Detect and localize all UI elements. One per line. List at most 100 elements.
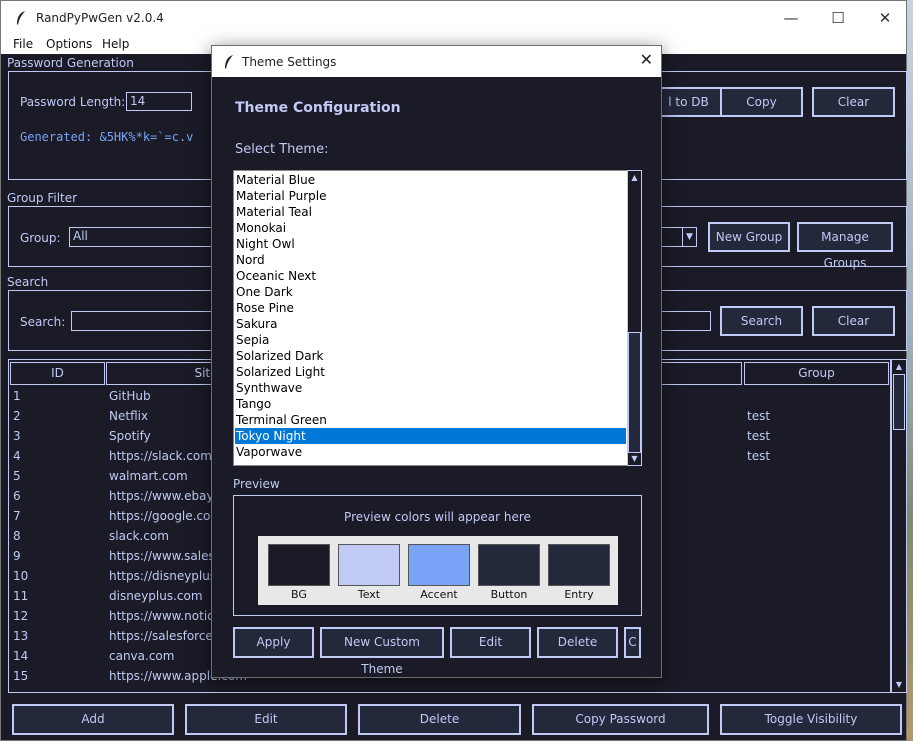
group-filter-title: Group Filter	[7, 191, 78, 205]
table-scrollbar[interactable]: ▲ ▼	[891, 359, 907, 693]
edit-label: Edit	[254, 712, 278, 726]
theme-list-item[interactable]: Synthwave	[235, 380, 626, 396]
theme-list-item[interactable]: Monokai	[235, 220, 626, 236]
cell-group: test	[747, 449, 771, 463]
menu-help[interactable]: Help	[102, 37, 129, 51]
delete-label: Delete	[419, 712, 460, 726]
theme-list-item[interactable]: Rose Pine	[235, 300, 626, 316]
add-button[interactable]: Add	[12, 704, 174, 735]
scroll-thumb[interactable]	[628, 332, 641, 453]
search-button[interactable]: Search	[720, 306, 803, 336]
feather-icon	[17, 11, 25, 25]
cell-id: 4	[13, 449, 21, 463]
copy-button[interactable]: Copy	[720, 87, 803, 117]
select-theme-label: Select Theme:	[235, 142, 329, 157]
generated-value: &5HK%*k=`=c.v	[99, 130, 194, 144]
column-header-group[interactable]: Group	[744, 362, 889, 385]
theme-list-scrollbar[interactable]: ▲ ▼	[627, 170, 642, 466]
scroll-down-arrow-icon[interactable]: ▼	[628, 452, 641, 465]
cell-site: disneyplus.com	[109, 589, 203, 603]
password-length-label: Password Length:	[20, 95, 126, 109]
theme-list-item[interactable]: Terminal Green	[235, 412, 626, 428]
chevron-down-icon[interactable]: ▼	[682, 228, 696, 246]
delete-theme-label: Delete	[557, 635, 598, 649]
theme-list-item[interactable]: Solarized Dark	[235, 348, 626, 364]
scroll-thumb[interactable]	[893, 374, 905, 430]
apply-button[interactable]: Apply	[233, 627, 314, 658]
password-length-input[interactable]: 14	[126, 92, 192, 111]
cell-group: test	[747, 429, 771, 443]
scroll-down-arrow-icon[interactable]: ▼	[893, 679, 905, 691]
dialog-title-bar[interactable]: Theme Settings ✕	[212, 46, 661, 77]
delete-theme-button[interactable]: Delete	[537, 627, 618, 658]
copy-password-button[interactable]: Copy Password	[532, 704, 709, 735]
clear-search-button[interactable]: Clear	[812, 306, 895, 336]
cell-id: 14	[13, 649, 29, 663]
cell-site: GitHub	[109, 389, 151, 403]
cell-id: 2	[13, 409, 21, 423]
edit-button[interactable]: Edit	[185, 704, 347, 735]
swatch-container: BG Text Accent Button Entry	[258, 536, 618, 605]
color-swatch	[478, 544, 540, 586]
new-group-button[interactable]: New Group	[708, 222, 790, 252]
dialog-close-icon[interactable]: ✕	[640, 50, 653, 69]
theme-list-item[interactable]: Oceanic Next	[235, 268, 626, 284]
theme-list-item[interactable]: Nord	[235, 252, 626, 268]
new-custom-theme-button[interactable]: New Custom Theme	[320, 627, 444, 676]
menu-file[interactable]: File	[13, 37, 33, 51]
feather-icon	[225, 55, 233, 69]
theme-list-item[interactable]: Sepia	[235, 332, 626, 348]
scroll-up-arrow-icon[interactable]: ▲	[628, 171, 641, 184]
theme-list-item[interactable]: Night Owl	[235, 236, 626, 252]
theme-list-item[interactable]: Tango	[235, 396, 626, 412]
maximize-button[interactable]: ☐	[815, 1, 861, 36]
delete-button[interactable]: Delete	[358, 704, 521, 735]
cell-id: 15	[13, 669, 29, 683]
minimize-button[interactable]: —	[768, 1, 814, 36]
cell-id: 6	[13, 489, 21, 503]
theme-list-item[interactable]: Material Purple	[235, 188, 626, 204]
cell-site: walmart.com	[109, 469, 188, 483]
theme-listbox[interactable]: Material Blue Material Purple Material Tea…	[233, 170, 628, 466]
cell-group: test	[747, 409, 771, 423]
cell-id: 13	[13, 629, 29, 643]
color-swatch	[548, 544, 610, 586]
toggle-visibility-label: Toggle Visibility	[764, 712, 858, 726]
cell-site: https://google.com	[109, 509, 223, 523]
close-theme-button[interactable]: C	[624, 627, 641, 658]
close-button[interactable]: ✕	[862, 1, 908, 36]
toggle-visibility-button[interactable]: Toggle Visibility	[720, 704, 902, 735]
theme-list-item[interactable]: Sakura	[235, 316, 626, 332]
theme-list-item[interactable]: Material Teal	[235, 204, 626, 220]
cell-id: 8	[13, 529, 21, 543]
scroll-up-arrow-icon[interactable]: ▲	[893, 361, 905, 373]
cell-id: 7	[13, 509, 21, 523]
menu-options[interactable]: Options	[46, 37, 92, 51]
cell-id: 3	[13, 429, 21, 443]
preview-frame: Preview colors will appear here BG Text Ac…	[233, 495, 642, 616]
theme-list-item[interactable]: Vaporwave	[235, 444, 626, 460]
theme-list-item[interactable]: Solarized Light	[235, 364, 626, 380]
theme-list-item[interactable]: Material Blue	[235, 172, 626, 188]
theme-list-item[interactable]: One Dark	[235, 284, 626, 300]
cell-site: https://www.notion	[109, 609, 223, 623]
clear-generated-button[interactable]: Clear	[812, 87, 895, 117]
color-swatch	[408, 544, 470, 586]
title-bar[interactable]: RandPyPwGen v2.0.4 — ☐ ✕	[1, 1, 906, 36]
cell-site: https://slack.com	[109, 449, 212, 463]
edit-theme-button[interactable]: Edit	[450, 627, 531, 658]
swatch-label: Entry	[564, 588, 594, 601]
column-header-id[interactable]: ID	[10, 362, 105, 385]
manage-groups-button[interactable]: Manage Groups	[797, 222, 893, 270]
copy-label: Copy	[746, 95, 777, 109]
dialog-title: Theme Settings	[242, 55, 337, 69]
cell-id: 12	[13, 609, 29, 623]
cell-site: Spotify	[109, 429, 151, 443]
cell-site: canva.com	[109, 649, 175, 663]
copy-password-label: Copy Password	[575, 712, 666, 726]
cell-site: https://www.salesfo	[109, 549, 227, 563]
preview-text: Preview colors will appear here	[344, 510, 531, 524]
theme-list-item[interactable]: Tokyo Night	[235, 428, 626, 444]
window-title: RandPyPwGen v2.0.4	[36, 11, 164, 25]
password-generation-title: Password Generation	[7, 56, 134, 70]
